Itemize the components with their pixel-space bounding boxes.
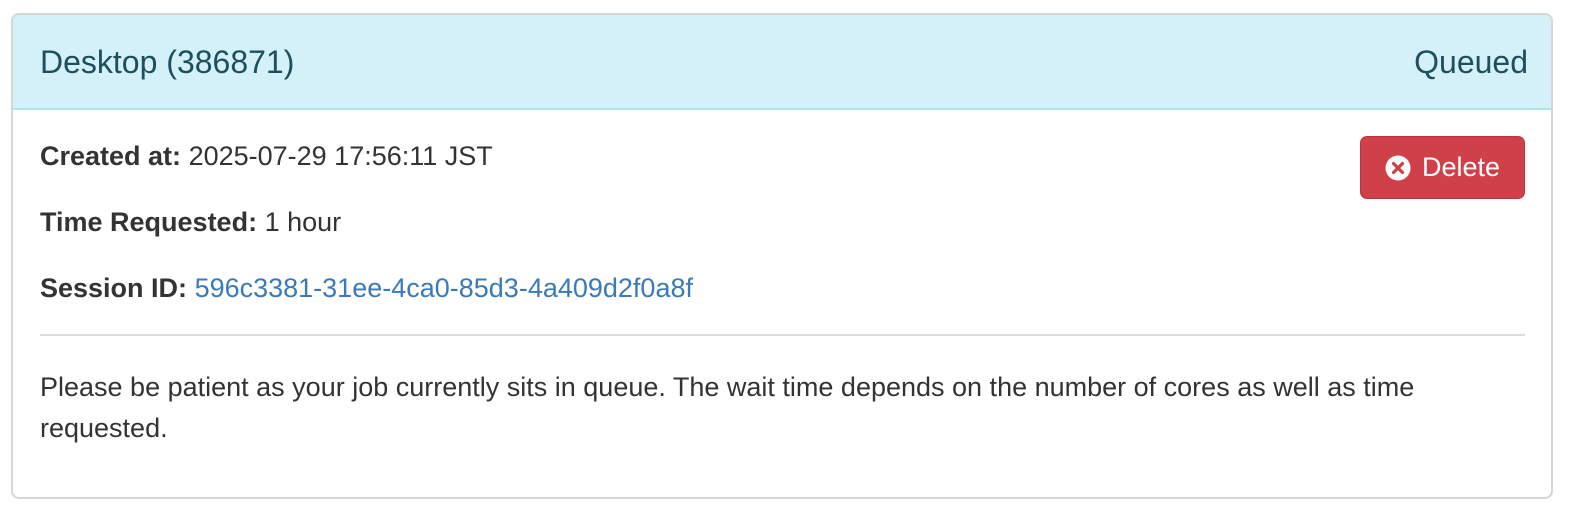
times-circle-icon	[1385, 155, 1411, 180]
delete-button[interactable]: Delete	[1360, 136, 1525, 199]
session-id-link[interactable]: 596c3381-31ee-4ca0-85d3-4a409d2f0a8f	[195, 273, 693, 303]
status-badge: Queued	[1414, 43, 1528, 80]
session-card: Desktop (386871) Queued Created at: 2025…	[11, 13, 1553, 499]
card-body: Created at: 2025-07-29 17:56:11 JST Time…	[40, 110, 1525, 497]
time-requested-row: Time Requested: 1 hour	[40, 209, 341, 236]
time-requested-label: Time Requested:	[40, 207, 258, 237]
created-at-value: 2025-07-29 17:56:11 JST	[188, 141, 493, 171]
divider	[40, 334, 1525, 336]
card-header: Desktop (386871) Queued	[13, 15, 1551, 110]
session-title: Desktop (386871)	[40, 43, 295, 80]
queue-notice: Please be patient as your job currently …	[40, 372, 1415, 443]
created-at-label: Created at:	[40, 141, 182, 171]
session-id-row: Session ID: 596c3381-31ee-4ca0-85d3-4a40…	[40, 275, 693, 302]
session-id-label: Session ID:	[40, 273, 188, 303]
time-requested-value: 1 hour	[264, 207, 342, 237]
delete-button-label: Delete	[1421, 152, 1501, 182]
created-at-row: Created at: 2025-07-29 17:56:11 JST	[40, 143, 493, 170]
